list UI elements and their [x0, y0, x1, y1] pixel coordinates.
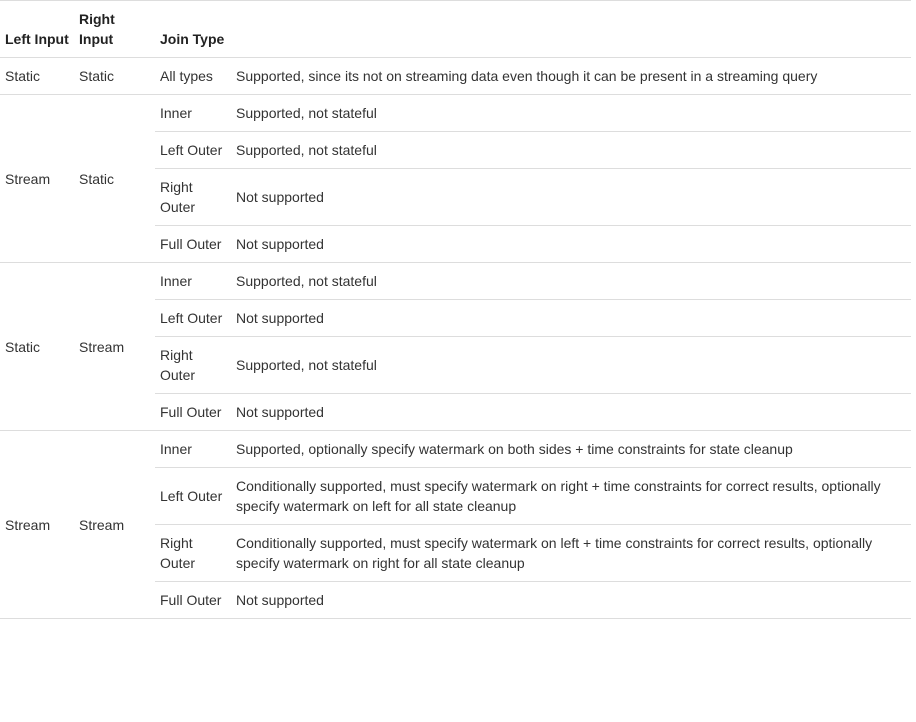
join-type-cell: Inner: [155, 94, 231, 132]
right-input-cell: Static: [74, 94, 155, 263]
support-description-cell: Supported, not stateful: [231, 94, 911, 132]
header-description: [231, 0, 911, 58]
join-support-table: Left Input Right Input Join Type Static S…: [0, 0, 911, 619]
left-input-cell: Static: [0, 262, 74, 431]
table-row: Stream Static Inner Supported, not stateful: [0, 94, 911, 263]
table-row: Stream Stream Inner Supported, optionally s…: [0, 430, 911, 619]
join-type-cell: Full Outer: [155, 393, 231, 431]
table-row: Static Stream Inner Supported, not stateful: [0, 262, 911, 431]
header-left-input: Left Input: [0, 0, 74, 58]
support-description-cell: Not supported: [231, 393, 911, 431]
join-type-cell: All types: [155, 57, 231, 95]
support-description-cell: Not supported: [231, 299, 911, 337]
table-header: Left Input Right Input Join Type: [0, 0, 911, 58]
right-input-cell: Stream: [74, 262, 155, 431]
right-input-cell: Stream: [74, 430, 155, 619]
join-type-cell: Full Outer: [155, 581, 231, 619]
header-row: Left Input Right Input Join Type: [0, 0, 911, 58]
join-type-cell: Inner: [155, 262, 231, 300]
join-type-cell: Right Outer: [155, 524, 231, 582]
header-join-type: Join Type: [155, 0, 231, 58]
left-input-cell: Stream: [0, 430, 74, 619]
header-right-input: Right Input: [74, 0, 155, 58]
join-type-cell: Left Outer: [155, 131, 231, 169]
support-description-cell: Not supported: [231, 225, 911, 263]
join-type-cell: Right Outer: [155, 336, 231, 394]
join-type-cell: Left Outer: [155, 467, 231, 525]
join-type-cell: Inner: [155, 430, 231, 468]
support-description-cell: Not supported: [231, 581, 911, 619]
support-description-cell: Supported, optionally specify watermark …: [231, 430, 911, 468]
table-body: Static Static All types Supported, since it…: [0, 57, 911, 619]
support-description-cell: Supported, not stateful: [231, 262, 911, 300]
join-type-cell: Left Outer: [155, 299, 231, 337]
support-description-cell: Conditionally supported, must specify wa…: [231, 467, 911, 525]
support-description-cell: Supported, not stateful: [231, 131, 911, 169]
left-input-cell: Stream: [0, 94, 74, 263]
join-type-cell: Full Outer: [155, 225, 231, 263]
support-description-cell: Supported, since its not on streaming da…: [231, 57, 911, 95]
left-input-cell: Static: [0, 57, 74, 95]
join-type-cell: Right Outer: [155, 168, 231, 226]
support-description-cell: Not supported: [231, 168, 911, 226]
right-input-cell: Static: [74, 57, 155, 95]
support-description-cell: Supported, not stateful: [231, 336, 911, 394]
support-description-cell: Conditionally supported, must specify wa…: [231, 524, 911, 582]
table-row: Static Static All types Supported, since it…: [0, 57, 911, 95]
